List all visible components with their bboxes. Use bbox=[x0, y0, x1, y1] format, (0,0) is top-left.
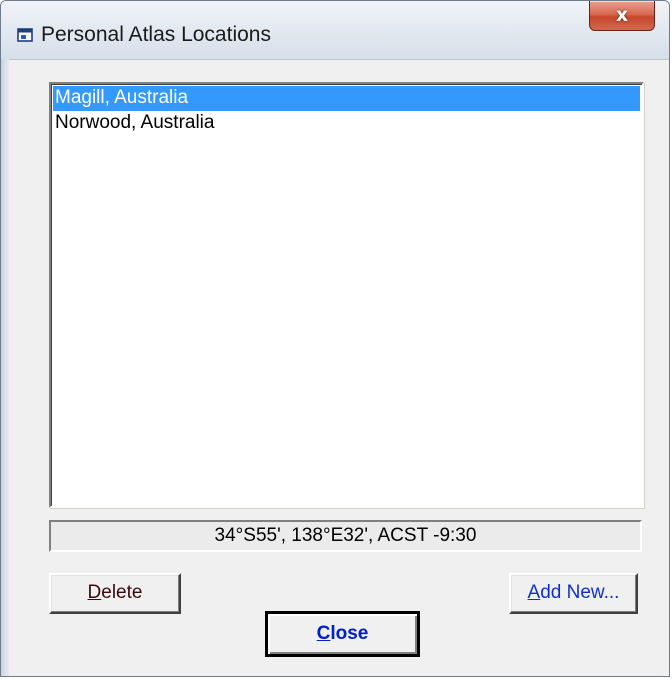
close-button-label: lose bbox=[330, 623, 369, 644]
dialog-client-area: Magill, Australia Norwood, Australia 34°… bbox=[9, 60, 661, 668]
title-bar[interactable]: Personal Atlas Locations x bbox=[1, 1, 669, 60]
location-list-item[interactable]: Norwood, Australia bbox=[53, 111, 640, 136]
delete-button-mnemonic: D bbox=[87, 582, 102, 603]
dialog-window: Personal Atlas Locations x Magill, Austr… bbox=[0, 0, 670, 677]
delete-button[interactable]: Delete bbox=[49, 573, 181, 614]
window-title: Personal Atlas Locations bbox=[41, 23, 271, 46]
location-list-item[interactable]: Magill, Australia bbox=[53, 86, 640, 111]
window-frame-edge bbox=[1, 59, 9, 676]
delete-button-label: elete bbox=[101, 582, 143, 603]
add-new-button-mnemonic: A bbox=[527, 582, 541, 603]
window-app-icon bbox=[17, 28, 33, 42]
window-close-button[interactable]: x bbox=[589, 1, 655, 31]
close-icon: x bbox=[615, 4, 629, 26]
coordinates-readout: 34°S55', 138°E32', ACST -9:30 bbox=[49, 520, 642, 552]
locations-listbox[interactable]: Magill, Australia Norwood, Australia bbox=[49, 82, 644, 508]
close-button[interactable]: Close bbox=[265, 611, 420, 657]
add-new-button-label: dd New... bbox=[540, 582, 620, 603]
add-new-button[interactable]: Add New... bbox=[509, 573, 638, 614]
close-button-mnemonic: C bbox=[316, 623, 331, 644]
